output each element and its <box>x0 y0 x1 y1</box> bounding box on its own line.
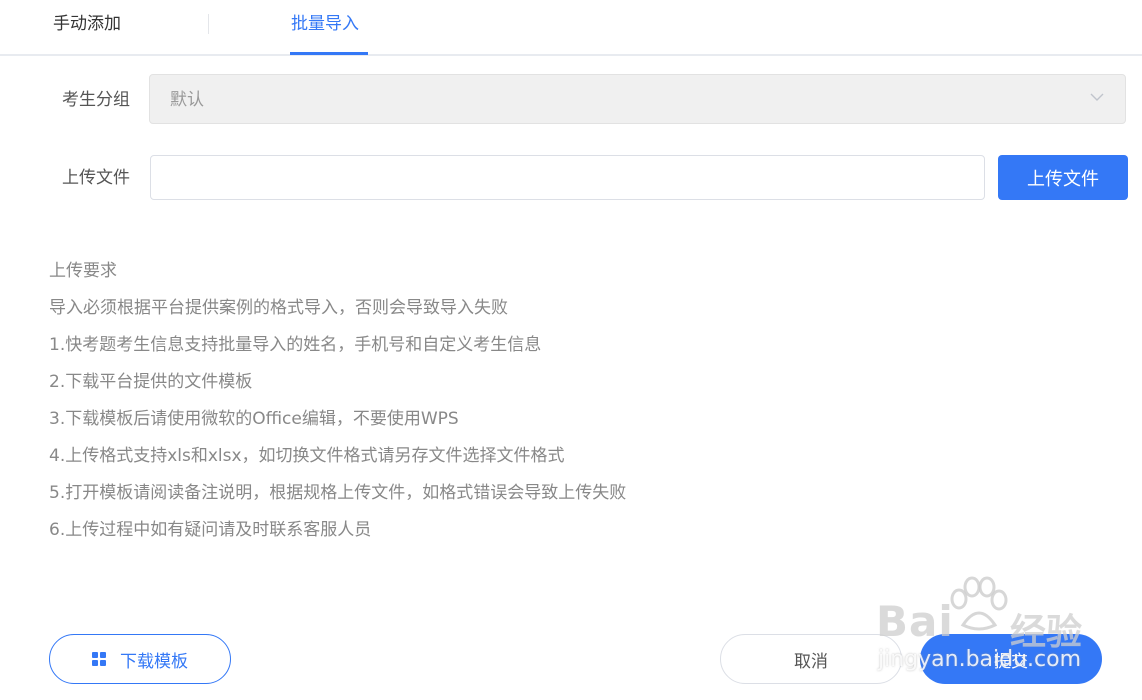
requirement-line: 导入必须根据平台提供案例的格式导入，否则会导致导入失败 <box>49 298 508 318</box>
upload-file-button[interactable]: 上传文件 <box>998 155 1128 200</box>
tab-batch-import[interactable]: 批量导入 <box>291 12 359 36</box>
requirement-line: 1.快考题考生信息支持批量导入的姓名，手机号和自定义考生信息 <box>49 335 542 355</box>
requirement-line: 4.上传格式支持xls和xlsx，如切换文件格式请另存文件选择文件格式 <box>49 446 565 466</box>
grid-icon <box>92 652 106 666</box>
group-select-value: 默认 <box>170 90 204 110</box>
requirement-line: 3.下载模板后请使用微软的Office编辑，不要使用WPS <box>49 409 459 429</box>
group-select[interactable]: 默认 <box>149 74 1126 124</box>
upload-requirements: 上传要求 导入必须根据平台提供案例的格式导入，否则会导致导入失败 1.快考题考生… <box>49 253 849 549</box>
chevron-down-icon <box>1090 93 1104 101</box>
requirements-title: 上传要求 <box>49 261 117 281</box>
requirement-line: 6.上传过程中如有疑问请及时联系客服人员 <box>49 520 372 540</box>
active-tab-indicator <box>290 52 368 55</box>
group-label: 考生分组 <box>62 90 130 110</box>
requirement-line: 5.打开模板请阅读备注说明，根据规格上传文件，如格式错误会导致上传失败 <box>49 483 627 503</box>
submit-button[interactable]: 提交 <box>920 634 1102 684</box>
cancel-button[interactable]: 取消 <box>720 634 902 684</box>
tab-manual-add[interactable]: 手动添加 <box>53 12 121 36</box>
file-path-input[interactable] <box>150 155 985 200</box>
download-template-label: 下载模板 <box>120 651 188 672</box>
download-template-button[interactable]: 下载模板 <box>49 634 231 684</box>
paw-logo-icon <box>950 576 1008 631</box>
tab-divider <box>208 14 209 34</box>
tab-bar: 手动添加 批量导入 <box>0 0 1142 56</box>
requirement-line: 2.下载平台提供的文件模板 <box>49 372 253 392</box>
file-label: 上传文件 <box>62 168 130 188</box>
